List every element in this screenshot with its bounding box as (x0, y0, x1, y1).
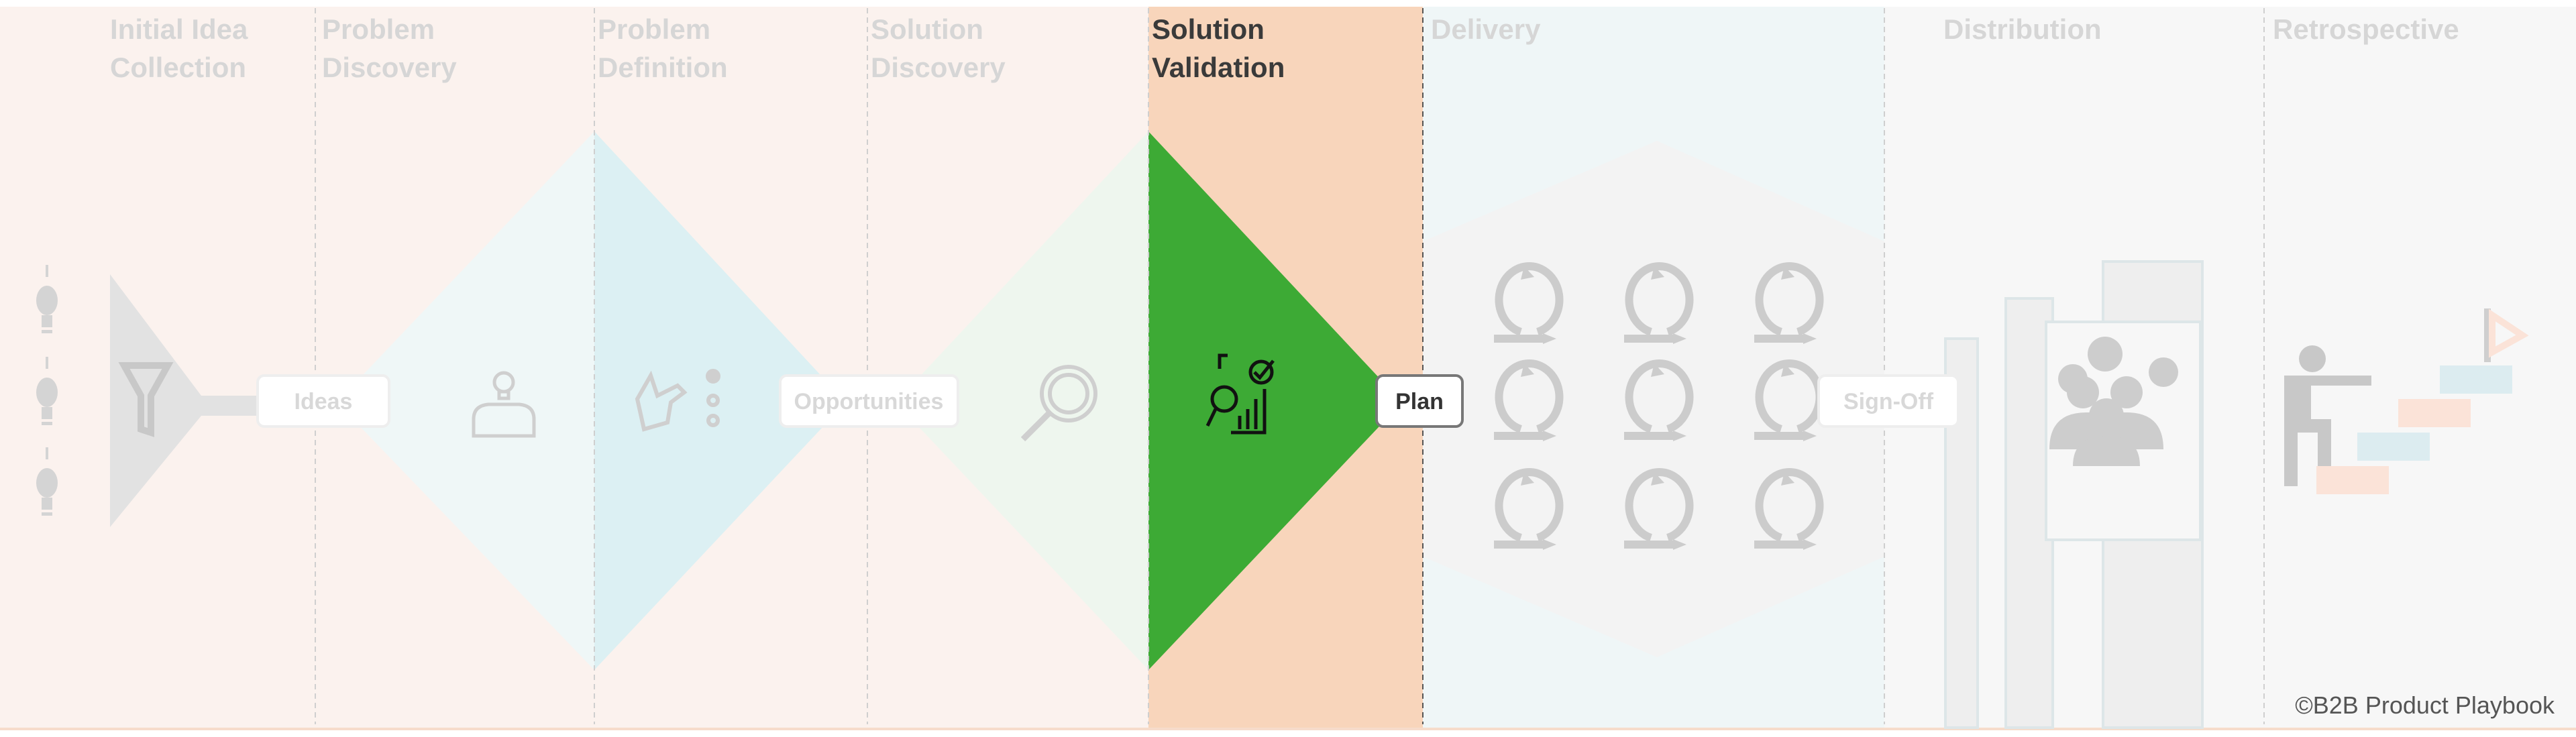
stage-title-line2: Definition (598, 52, 728, 83)
stage-title: Delivery (1431, 13, 1541, 45)
milestone-ideas[interactable]: Ideas (256, 374, 390, 428)
milestone-label: Plan (1395, 389, 1444, 414)
stage-title-line1-active: Solution (1152, 13, 1265, 45)
milestone-label: Sign-Off (1843, 389, 1934, 414)
stage-title-line1: Solution (871, 13, 983, 45)
stage-title-line2: Discovery (322, 52, 457, 83)
stage-title: Distribution (1943, 13, 2102, 45)
milestone-opportunities[interactable]: Opportunities (779, 374, 959, 428)
stage-title-line1: Problem (598, 13, 710, 45)
stage-title-line2: Collection (110, 52, 246, 83)
milestone-sign-off[interactable]: Sign-Off (1817, 374, 1960, 428)
milestone-label: Ideas (294, 389, 353, 414)
delivery-hexagon (1423, 141, 1884, 657)
milestone-plan[interactable]: Plan (1375, 374, 1464, 428)
stage-title-line1: Problem (322, 13, 435, 45)
lightbulb-icons (36, 265, 58, 516)
stage-title-line1: Initial Idea (110, 13, 248, 45)
milestone-label: Opportunities (794, 389, 944, 414)
copyright-text: ©B2B Product Playbook (2295, 691, 2555, 719)
stage-title-line2-active: Validation (1152, 52, 1285, 83)
product-process-diagram: Initial Idea Collection Problem Discover… (0, 7, 2576, 730)
stage-title-line2: Discovery (871, 52, 1006, 83)
stage-title: Retrospective (2273, 13, 2459, 45)
